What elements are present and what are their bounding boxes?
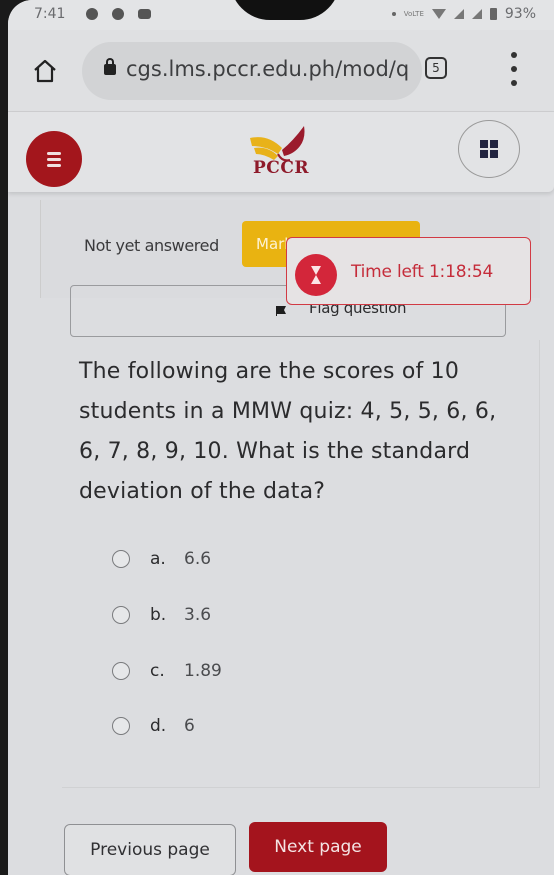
alarm-icon	[86, 8, 98, 20]
grid-menu-button[interactable]	[458, 120, 520, 178]
option-value: 6	[184, 716, 195, 736]
lock-icon	[104, 58, 116, 75]
status-indicators: VoLTE 93%	[391, 6, 536, 22]
signal-icon	[453, 9, 464, 19]
address-bar[interactable]: cgs.lms.pccr.edu.ph/mod/q	[82, 42, 422, 100]
phone-screen: 7:41 VoLTE 93% cgs.lms.pccr.edu.ph/mod/q…	[8, 0, 554, 875]
tab-switcher-button[interactable]: 5	[425, 57, 447, 79]
radio-button[interactable]	[112, 717, 130, 735]
answer-option-a[interactable]: a. 6.6	[112, 544, 211, 574]
flag-icon	[276, 306, 286, 316]
radio-button[interactable]	[112, 662, 130, 680]
hourglass-icon	[295, 254, 337, 296]
home-icon[interactable]	[32, 58, 58, 84]
more-options-icon[interactable]	[510, 52, 518, 86]
messenger-icon	[112, 8, 124, 20]
signal-icon-2	[471, 9, 482, 19]
battery-percent: 93%	[504, 6, 536, 22]
answer-option-d[interactable]: d. 6	[112, 711, 195, 741]
logo-text: PCCR	[253, 158, 309, 178]
clock: 7:41	[34, 6, 66, 22]
question-text: The following are the scores of 10 stude…	[79, 359, 497, 504]
answer-option-c[interactable]: c. 1.89	[112, 656, 222, 686]
previous-page-button[interactable]: Previous page	[64, 824, 236, 875]
site-header: PCCR	[8, 112, 554, 192]
volte-icon: VoLTE	[403, 9, 424, 18]
quiz-timer: Time left 1:18:54	[286, 237, 531, 305]
status-bar: 7:41 VoLTE 93%	[8, 0, 554, 30]
dot-icon	[391, 12, 396, 16]
browser-toolbar: cgs.lms.pccr.edu.ph/mod/q 5	[8, 30, 554, 112]
youtube-icon	[138, 9, 151, 19]
option-letter: a.	[150, 549, 166, 569]
battery-icon	[489, 8, 497, 20]
url-text[interactable]: cgs.lms.pccr.edu.ph/mod/q	[126, 57, 409, 81]
time-left: Time left 1:18:54	[351, 262, 494, 282]
option-value: 3.6	[184, 605, 212, 625]
option-letter: d.	[150, 716, 167, 736]
question-state: Not yet answered	[84, 236, 219, 255]
answer-option-b[interactable]: b. 3.6	[112, 600, 211, 630]
camera-notch	[230, 0, 340, 20]
option-value: 6.6	[184, 549, 212, 569]
grid-icon	[480, 140, 488, 148]
menu-button[interactable]	[26, 131, 82, 187]
option-letter: c.	[150, 661, 165, 681]
hamburger-icon	[47, 151, 61, 155]
radio-button[interactable]	[112, 550, 130, 568]
option-letter: b.	[150, 605, 167, 625]
option-value: 1.89	[184, 661, 222, 681]
next-page-button[interactable]: Next page	[249, 822, 387, 872]
wifi-icon	[431, 9, 446, 19]
radio-button[interactable]	[112, 606, 130, 624]
